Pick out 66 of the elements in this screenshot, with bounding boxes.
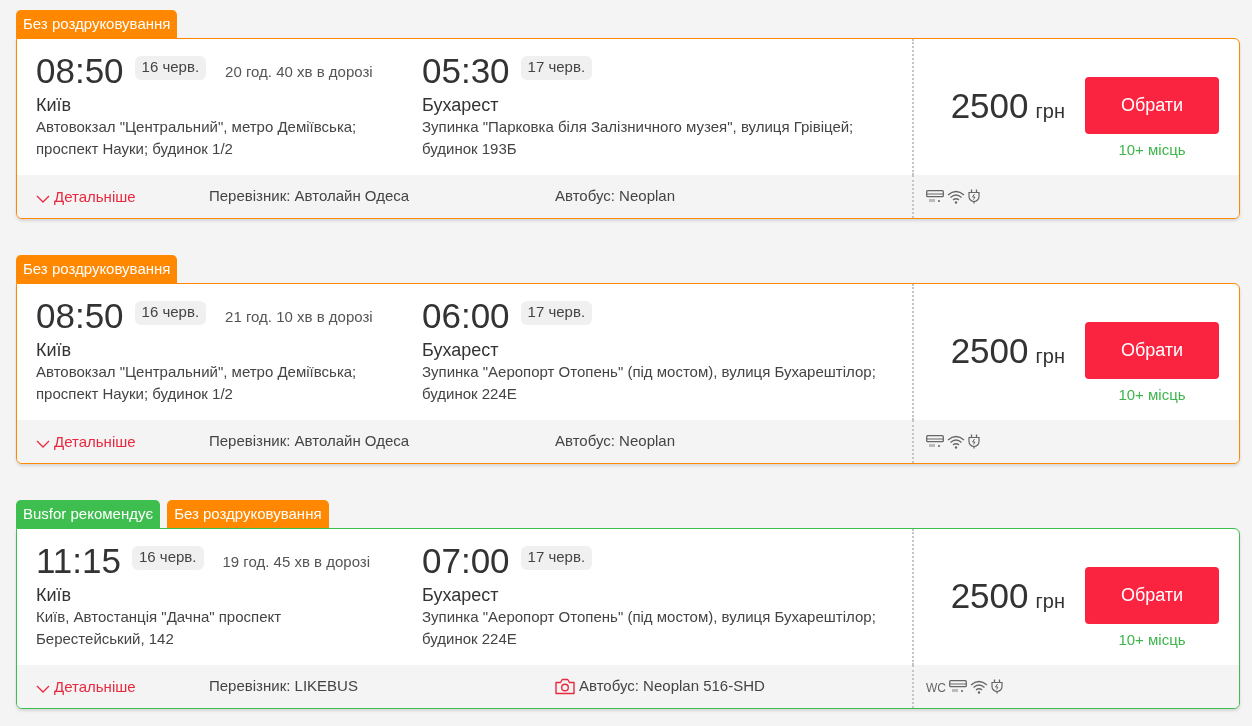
arrival-city: Бухарест	[422, 339, 500, 361]
currency-label: грн	[1035, 344, 1065, 367]
carrier-info: Перевізник: Автолайн Одеса	[209, 432, 410, 450]
departure-time: 11:15	[36, 541, 121, 581]
departure-address: Київ, Автостанція "Дачна" проспект Берестейський, 142	[36, 607, 283, 649]
details-link[interactable]: Детальніше	[36, 186, 136, 207]
arrival-time: 06:00	[422, 296, 510, 336]
bus-info: Автобус: Neoplan	[555, 186, 675, 207]
departure-city: Київ	[36, 339, 73, 361]
arrival-address: Зупинка "Аеропорт Отопень" (під мостом), вулиця Бухарештілор; будинок 224Е	[422, 362, 877, 404]
travel-duration: 21 год. 10 хв в дорозі	[225, 307, 373, 327]
carrier-info: Перевізник: Автолайн Одеса	[209, 187, 410, 205]
price-amount: 2500	[950, 86, 1029, 125]
air-conditioner-icon	[949, 679, 967, 694]
carrier-info: Перевізник: LIKEBUS	[209, 677, 358, 695]
ticket-badge: Без роздруковування	[167, 500, 329, 528]
air-conditioner-icon	[926, 434, 944, 449]
select-button[interactable]: Обрати	[1085, 322, 1219, 379]
arrival-address: Зупинка "Аеропорт Отопень" (під мостом), вулиця Бухарештілор; будинок 224Е	[422, 607, 877, 649]
departure-address: Автовокзал "Центральний", метро Деміївська; проспект Науки; будинок 1/2	[36, 362, 358, 404]
ticket-badge: Busfor рекомендує	[16, 500, 161, 528]
chevron-down-icon	[36, 194, 50, 203]
wifi-icon	[947, 189, 965, 204]
arrival-address: Зупинка "Парковка біля Залізничного музея", вулиця Грівіцей; будинок 193Б	[422, 117, 855, 159]
travel-duration: 19 год. 45 хв в дорозі	[222, 552, 371, 572]
departure-address: Автовокзал "Центральний", метро Деміївська; проспект Науки; будинок 1/2	[36, 117, 358, 159]
plug-icon	[991, 679, 1003, 694]
arrival-city: Бухарест	[422, 584, 500, 606]
seats-available: 10+ місць	[1118, 385, 1186, 405]
chevron-down-icon	[36, 439, 50, 448]
arrival-time: 05:30	[422, 51, 510, 91]
date-label: 16 черв.	[134, 56, 207, 80]
date-label: 16 черв.	[132, 546, 204, 570]
wifi-icon	[970, 679, 988, 694]
ticket-badge: Без роздруковування	[16, 255, 178, 283]
plug-icon	[968, 189, 980, 204]
air-conditioner-icon	[926, 189, 944, 204]
date-label: 16 черв.	[134, 301, 207, 325]
details-link[interactable]: Детальніше	[36, 676, 136, 697]
bus-info: Автобус: Neoplan 516-SHD	[579, 676, 765, 697]
select-button[interactable]: Обрати	[1085, 77, 1219, 134]
currency-label: грн	[1035, 99, 1065, 122]
bus-info: Автобус: Neoplan	[555, 431, 675, 452]
date-label: 17 черв.	[520, 56, 593, 80]
ticket-badge: Без роздруковування	[16, 10, 178, 38]
seats-available: 10+ місць	[1118, 140, 1186, 160]
date-label: 17 черв.	[520, 546, 593, 570]
departure-time: 08:50	[36, 51, 124, 91]
seats-available: 10+ місць	[1118, 630, 1186, 650]
camera-icon[interactable]	[555, 678, 575, 695]
arrival-city: Бухарест	[422, 94, 500, 116]
details-link[interactable]: Детальніше	[36, 431, 136, 452]
date-label: 17 черв.	[520, 301, 593, 325]
price-amount: 2500	[950, 576, 1029, 615]
departure-city: Київ	[36, 584, 73, 606]
plug-icon	[968, 434, 980, 449]
price-amount: 2500	[950, 331, 1029, 370]
arrival-time: 07:00	[422, 541, 510, 581]
currency-label: грн	[1035, 589, 1065, 612]
select-button[interactable]: Обрати	[1085, 567, 1219, 624]
chevron-down-icon	[36, 684, 50, 693]
wifi-icon	[947, 434, 965, 449]
wc-label: WC	[926, 680, 946, 695]
departure-city: Київ	[36, 94, 73, 116]
travel-duration: 20 год. 40 хв в дорозі	[225, 62, 373, 82]
departure-time: 08:50	[36, 296, 124, 336]
